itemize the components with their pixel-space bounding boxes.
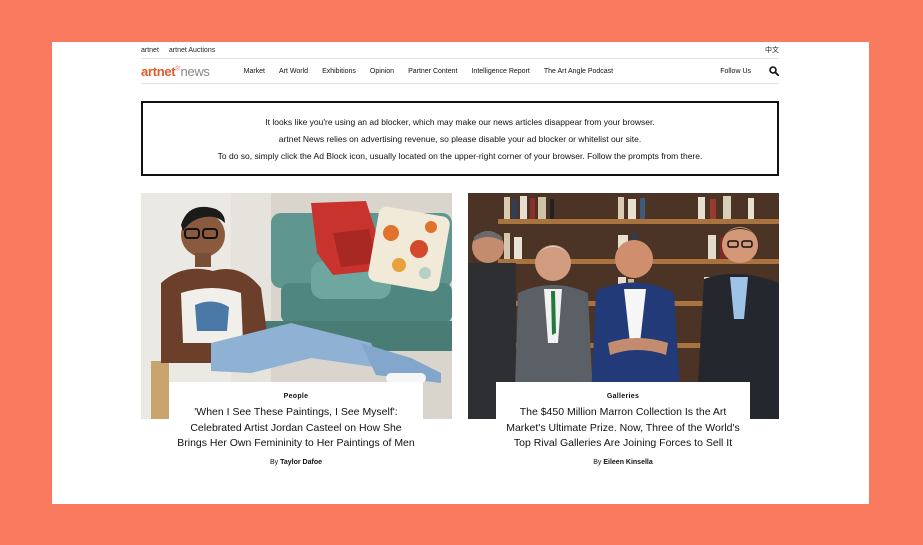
article-headline[interactable]: 'When I See These Paintings, I See Mysel… [169, 405, 423, 452]
article-caption: People 'When I See These Paintings, I Se… [169, 382, 423, 504]
utility-link-auctions[interactable]: artnet Auctions [169, 47, 215, 54]
article-headline[interactable]: The $450 Million Marron Collection Is th… [496, 405, 750, 452]
utility-link-artnet[interactable]: artnet [141, 47, 159, 54]
logo-suffix: news [180, 63, 210, 79]
byline-prefix: By [269, 458, 279, 466]
article-category[interactable]: People [169, 393, 423, 400]
nav-item-art-world[interactable]: Art World [279, 68, 308, 75]
adblock-notice: It looks like you're using an ad blocker… [141, 101, 779, 176]
adblock-line-1: It looks like you're using an ad blocker… [265, 116, 655, 127]
article-caption: Galleries The $450 Million Marron Collec… [496, 382, 750, 504]
nav-item-market[interactable]: Market [244, 68, 265, 75]
article-author[interactable]: Taylor Dafoe [280, 459, 322, 466]
language-switch[interactable]: 中文 [765, 45, 779, 55]
utility-bar: artnet artnet Auctions 中文 [141, 42, 779, 58]
article-author[interactable]: Eileen Kinsella [603, 459, 652, 466]
byline-prefix: By [593, 458, 602, 466]
article-byline: By Taylor Dafoe [169, 459, 423, 466]
logo-registered: ® [175, 66, 180, 73]
article-card[interactable]: Galleries The $450 Million Marron Collec… [468, 193, 779, 504]
nav-item-opinion[interactable]: Opinion [370, 68, 394, 75]
main-nav: artnet®news Market Art World Exhibitions… [141, 59, 779, 83]
follow-us-button[interactable]: Follow Us [720, 68, 751, 75]
nav-item-art-angle-podcast[interactable]: The Art Angle Podcast [544, 68, 613, 75]
article-card[interactable]: People 'When I See These Paintings, I Se… [141, 193, 452, 504]
search-icon[interactable] [769, 66, 779, 76]
adblock-line-2: artnet News relies on advertising revenu… [278, 133, 642, 144]
nav-item-partner-content[interactable]: Partner Content [408, 68, 457, 75]
divider [141, 83, 779, 84]
article-byline: By Eileen Kinsella [496, 459, 750, 466]
nav-item-exhibitions[interactable]: Exhibitions [322, 68, 356, 75]
logo-brand: artnet [141, 63, 176, 79]
browser-page: artnet artnet Auctions 中文 artnet®news Ma… [52, 42, 869, 504]
site-logo[interactable]: artnet®news [141, 64, 210, 79]
adblock-line-3: To do so, simply click the Ad Block icon… [217, 150, 703, 161]
nav-item-intelligence-report[interactable]: Intelligence Report [471, 68, 529, 75]
article-category[interactable]: Galleries [496, 393, 750, 400]
nav-menu: Market Art World Exhibitions Opinion Par… [244, 68, 614, 75]
